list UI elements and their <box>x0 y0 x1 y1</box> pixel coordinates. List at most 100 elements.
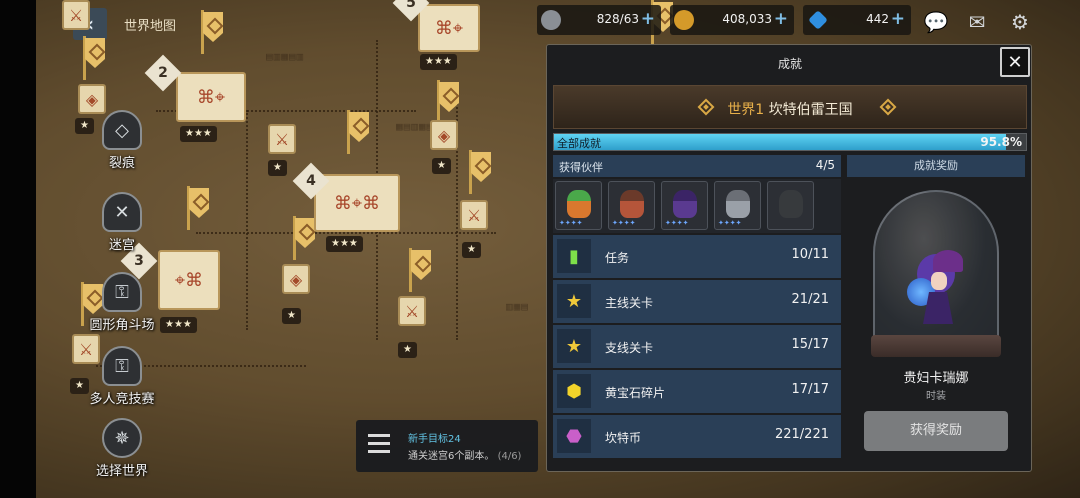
lock-icon: ⚿ <box>102 272 142 312</box>
stage-flag[interactable] <box>80 36 106 80</box>
locked-hero-silhouette <box>779 190 803 218</box>
achievement-count: 17/17 <box>791 382 829 397</box>
stage-flag[interactable] <box>184 186 210 230</box>
partner-slot-locked[interactable] <box>767 181 814 230</box>
plus-icon[interactable]: + <box>774 9 788 29</box>
gem-counter[interactable]: 442 + <box>803 5 911 35</box>
kanter-coin-icon: ⬣ <box>557 419 591 453</box>
boss-stage-card[interactable]: ⌘⌖ <box>418 4 480 52</box>
stage-flag[interactable] <box>198 10 224 54</box>
achievement-count: 15/17 <box>791 337 829 352</box>
stage-node[interactable]: ⚔ <box>62 0 90 30</box>
stage-flag[interactable] <box>290 216 316 260</box>
achievement-row-main-stages[interactable]: ★ 主线关卡 21/21 <box>553 280 841 323</box>
achievement-row-quests[interactable]: ▮ 任务 10/11 <box>553 235 841 278</box>
quest-description: 通关迷宫6个副本。 (4/6) <box>408 451 522 462</box>
achievement-row-yellow-gem-shards[interactable]: ⬢ 黄宝石碎片 17/17 <box>553 370 841 413</box>
world-name: 坎特伯雷王国 <box>768 102 853 118</box>
achievement-count: 221/221 <box>774 427 829 442</box>
achievement-count: 21/21 <box>791 292 829 307</box>
gold-coin-icon <box>674 10 694 30</box>
star-rating: ★ <box>462 242 481 258</box>
star-rating: ★★★ <box>420 54 457 70</box>
hero-portrait <box>620 190 644 218</box>
menu-multiplayer-arena[interactable]: ⚿ 多人竞技赛 <box>80 346 164 407</box>
plus-icon[interactable]: + <box>641 9 655 29</box>
stage-flag[interactable] <box>434 80 460 124</box>
menu-select-world[interactable]: ✵ 选择世界 <box>80 418 164 479</box>
menu-labyrinth[interactable]: ✕ 迷宫 <box>80 192 164 253</box>
stamina-value: 828/63 <box>596 12 639 26</box>
achievement-list: ▮ 任务 10/11 ★ 主线关卡 21/21 ★ 支线关卡 15/17 ⬢ 黄… <box>553 235 841 460</box>
hero-level: ✦✦✦✦ <box>718 219 742 227</box>
partners-count: 4/5 <box>815 158 835 172</box>
menu-label: 迷宫 <box>108 238 135 253</box>
stage-flag[interactable] <box>406 248 432 292</box>
menu-rift[interactable]: ◇ 裂痕 <box>80 110 164 171</box>
stamina-counter[interactable]: 828/63 + <box>537 5 661 35</box>
reward-name: 贵妇卡瑞娜 <box>903 371 969 386</box>
gold-counter[interactable]: 408,033 + <box>670 5 794 35</box>
star-rating: ★★★ <box>160 317 197 333</box>
star-rating: ★ <box>432 158 451 174</box>
chat-icon[interactable]: 💬 <box>921 7 951 37</box>
stage-node[interactable]: ⚔ <box>460 200 488 230</box>
achievement-panel: 成就 ✕ 世界1 坎特伯雷王国 全部成就 95.8% 获得伙伴 4/5 ✦✦✦✦… <box>546 44 1032 472</box>
menu-label: 选择世界 <box>95 464 148 479</box>
partner-slot[interactable]: ✦✦✦✦ <box>608 181 655 230</box>
game-screen: ▦▤▥▦▤ ▥▦▤ ▤▥▦▤▥ ‹ 世界地图 ◈ ⚔ ◈ ⚔ ◈ ⚔ ⚔ ⚔ ⌘… <box>0 0 1080 498</box>
menu-label: 多人竞技赛 <box>89 392 155 407</box>
boss-stage-card[interactable]: ⌖⌘ <box>158 250 220 310</box>
star-rating: ★★★ <box>180 126 217 142</box>
claim-reward-button[interactable]: 获得奖励 <box>864 411 1008 451</box>
stage-node[interactable]: ⚔ <box>398 296 426 326</box>
stars-icon: ★ <box>557 284 591 318</box>
stage-flag[interactable] <box>344 110 370 154</box>
star-rating: ★★★ <box>326 236 363 252</box>
stage-number-badge: 2 <box>144 54 182 92</box>
partners-label: 获得伙伴 <box>559 161 603 174</box>
bookmark-icon: ▮ <box>557 239 591 273</box>
stage-flag[interactable] <box>466 150 492 194</box>
gear-icon[interactable]: ⚙ <box>1005 7 1035 37</box>
screen-edge <box>0 0 36 498</box>
hero-level: ✦✦✦✦ <box>612 219 636 227</box>
menu-colosseum[interactable]: ⚿ 圆形角斗场 <box>80 272 164 333</box>
menu-icon[interactable] <box>368 434 390 458</box>
reward-header: 成就奖励 <box>847 155 1025 177</box>
stage-node[interactable]: ◈ <box>282 264 310 294</box>
hero-portrait <box>673 190 697 218</box>
labyrinth-icon: ✕ <box>102 192 142 232</box>
close-button[interactable]: ✕ <box>1000 47 1030 77</box>
boss-stage-card[interactable]: ⌘⌖ <box>176 72 246 122</box>
star-rating: ★ <box>398 342 417 358</box>
menu-label: 裂痕 <box>108 156 135 171</box>
plus-icon[interactable]: + <box>891 9 905 29</box>
achievement-row-kanter-coins[interactable]: ⬣ 坎特币 221/221 <box>553 415 841 458</box>
stage-node[interactable]: ⚔ <box>268 124 296 154</box>
stage-node[interactable]: ◈ <box>430 120 458 150</box>
lock-icon: ⚿ <box>102 346 142 386</box>
hero-level: ✦✦✦✦ <box>665 219 689 227</box>
partner-slot[interactable]: ✦✦✦✦ <box>555 181 602 230</box>
hero-level: ✦✦✦✦ <box>559 219 583 227</box>
achievement-name: 主线关卡 <box>605 296 654 310</box>
world-number: 世界1 <box>727 102 765 118</box>
dome-pedestal <box>871 335 1001 357</box>
coffee-icon <box>541 10 561 30</box>
costume-figure <box>903 250 969 330</box>
compass-icon: ✵ <box>102 418 142 458</box>
achievement-name: 支线关卡 <box>605 341 654 355</box>
achievement-row-side-stages[interactable]: ★ 支线关卡 15/17 <box>553 325 841 368</box>
yellow-gem-icon: ⬢ <box>557 374 591 408</box>
star-icon: ★ <box>557 329 591 363</box>
panel-title: 成就 <box>777 57 802 71</box>
page-title: 世界地图 <box>124 19 177 34</box>
quest-tracker[interactable]: 新手目标24 通关迷宫6个副本。 (4/6) <box>356 420 538 472</box>
mail-icon[interactable]: ✉ <box>962 7 992 37</box>
partner-slot[interactable]: ✦✦✦✦ <box>714 181 761 230</box>
achievement-name: 任务 <box>605 251 630 265</box>
gold-value: 408,033 <box>722 12 772 26</box>
reward-type: 时装 <box>926 391 946 402</box>
partner-slot[interactable]: ✦✦✦✦ <box>661 181 708 230</box>
